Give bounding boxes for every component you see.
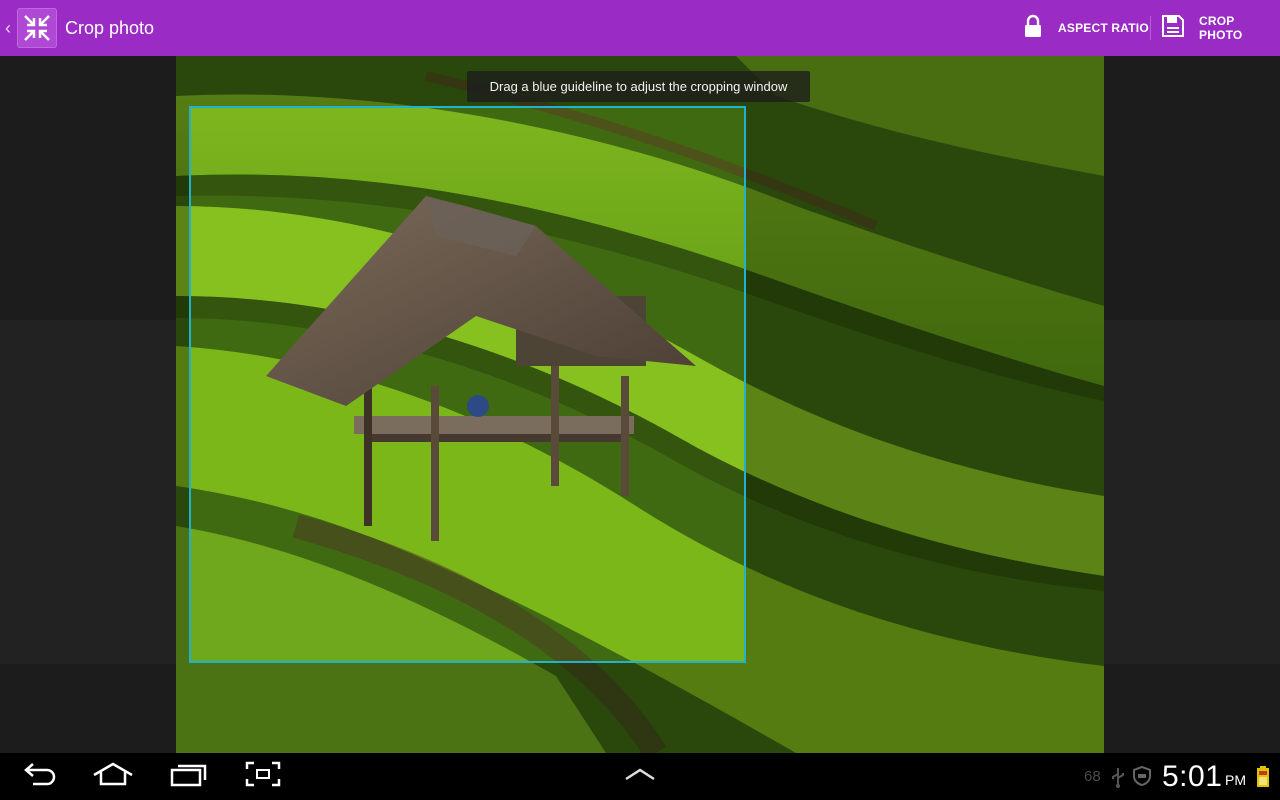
screenshot-button[interactable] bbox=[242, 753, 284, 800]
system-bar: 68 5:01 PM bbox=[0, 753, 1280, 800]
up-arrow-icon bbox=[624, 766, 656, 787]
action-bar: ‹ Crop photo ASPECT RATIO CROP PHOTO bbox=[0, 0, 1280, 56]
clock-time: 5:01 bbox=[1162, 760, 1223, 793]
recent-apps-button[interactable] bbox=[168, 753, 210, 800]
crop-mask-right bbox=[746, 106, 1104, 663]
aspect-ratio-label: ASPECT RATIO bbox=[1058, 21, 1149, 35]
battery-level-text: 68 bbox=[1084, 768, 1101, 785]
up-button[interactable]: ‹ bbox=[0, 0, 57, 56]
shield-icon bbox=[1132, 765, 1152, 792]
clock-ampm: PM bbox=[1225, 772, 1246, 788]
crop-mask-left bbox=[176, 106, 189, 663]
crop-app-icon bbox=[17, 8, 57, 48]
lock-icon bbox=[1022, 14, 1044, 43]
crop-mask-bottom bbox=[176, 663, 1104, 753]
save-icon bbox=[1161, 14, 1185, 43]
back-chevron-icon: ‹ bbox=[5, 17, 11, 38]
screenshot-icon bbox=[245, 761, 281, 792]
battery-icon bbox=[1255, 765, 1271, 794]
photo bbox=[176, 56, 1104, 753]
action-divider bbox=[1150, 16, 1151, 40]
back-icon bbox=[23, 761, 57, 792]
expand-tray-button[interactable] bbox=[620, 753, 660, 800]
page-title: Crop photo bbox=[65, 18, 155, 38]
editor-canvas: Drag a blue guideline to adjust the crop… bbox=[0, 56, 1280, 753]
crop-hint-tooltip: Drag a blue guideline to adjust the crop… bbox=[467, 71, 810, 102]
usb-icon bbox=[1110, 766, 1126, 793]
crop-photo-button[interactable]: CROP PHOTO bbox=[1161, 0, 1280, 56]
aspect-ratio-button[interactable]: ASPECT RATIO bbox=[1022, 0, 1149, 56]
home-icon bbox=[92, 761, 134, 792]
crop-window[interactable] bbox=[189, 106, 746, 663]
crop-photo-label: CROP PHOTO bbox=[1199, 14, 1243, 42]
home-button[interactable] bbox=[90, 753, 136, 800]
recent-apps-icon bbox=[170, 761, 208, 792]
back-button[interactable] bbox=[18, 753, 62, 800]
